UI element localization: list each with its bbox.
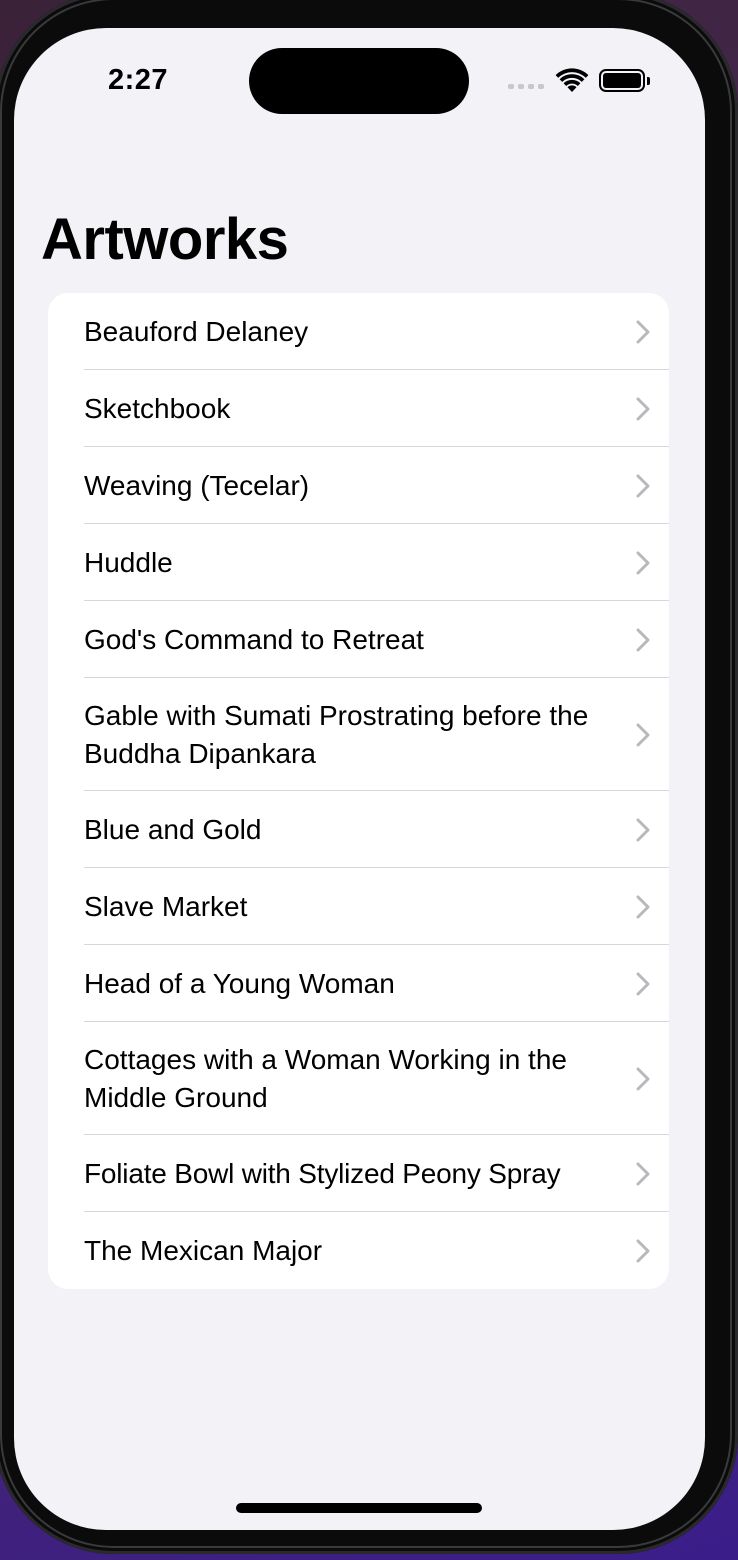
list-item[interactable]: Head of a Young Woman [48,945,669,1022]
chevron-right-icon [617,723,669,747]
chevron-right-icon [617,320,669,344]
list-item[interactable]: Blue and Gold [48,791,669,868]
list-item[interactable]: Beauford Delaney [48,293,669,370]
list-item[interactable]: Huddle [48,524,669,601]
list-item-label: Slave Market [84,890,248,922]
chevron-right-icon [617,1162,669,1186]
chevron-right-icon [617,628,669,652]
list-item-label: Beauford Delaney [84,315,309,347]
chevron-right-icon [617,397,669,421]
cellular-signal-icon [508,84,544,89]
page-title: Artworks [41,207,289,272]
list-item[interactable]: Foliate Bowl with Stylized Peony Spray [48,1135,669,1212]
chevron-right-icon [617,474,669,498]
list-item[interactable]: God's Command to Retreat [48,601,669,678]
chevron-right-icon [617,1239,669,1263]
list-item-label: Weaving (Tecelar) [84,469,310,501]
list-item[interactable]: Cottages with a Woman Working in the Mid… [48,1022,669,1135]
home-indicator[interactable] [236,1503,482,1513]
list-item-label: Blue and Gold [84,813,262,845]
chevron-right-icon [617,1067,669,1091]
list-item-label: Head of a Young Woman [84,967,395,999]
list-item-label: Foliate Bowl with Stylized Peony Spray [84,1157,561,1189]
status-time: 2:27 [108,64,169,96]
list-item-label: The Mexican Major [84,1234,323,1266]
status-bar: 2:27 [14,28,705,138]
list-item[interactable]: Weaving (Tecelar) [48,447,669,524]
wifi-icon [555,68,589,92]
artworks-list: Beauford Delaney Sketchbook Weaving (Tec… [48,293,669,1289]
list-item[interactable]: Slave Market [48,868,669,945]
chevron-right-icon [617,895,669,919]
list-item-label: Sketchbook [84,392,231,424]
list-item[interactable]: Gable with Sumati Prostrating before the… [48,678,669,791]
list-item-label: Gable with Sumati Prostrating before the… [84,699,589,769]
list-item[interactable]: The Mexican Major [48,1212,669,1289]
dynamic-island [249,48,469,114]
chevron-right-icon [617,972,669,996]
list-item-label: Cottages with a Woman Working in the Mid… [84,1043,567,1113]
battery-fill [603,73,641,88]
list-item-label: God's Command to Retreat [84,623,424,655]
battery-icon [599,69,650,92]
screen: 2:27 Artworks Beauford Delaney Sketchboo… [14,28,705,1530]
list-item[interactable]: Sketchbook [48,370,669,447]
list-item-label: Huddle [84,546,173,578]
chevron-right-icon [617,818,669,842]
chevron-right-icon [617,551,669,575]
